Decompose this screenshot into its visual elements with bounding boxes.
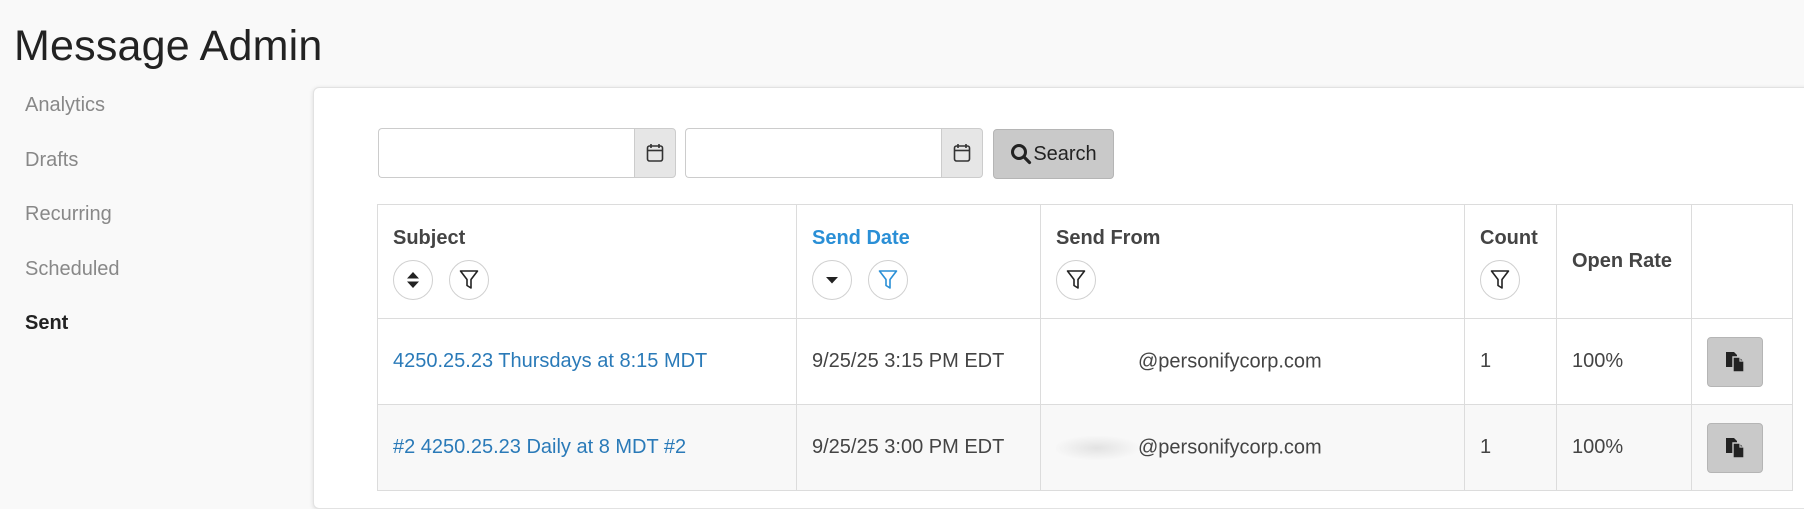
filter-icon <box>1066 270 1086 289</box>
column-label-subject: Subject <box>393 227 466 249</box>
end-date-group <box>685 128 983 180</box>
table-header-row: Subject Send Date Send From Count Open R… <box>377 204 1793 319</box>
subject-link[interactable]: #2 4250.25.23 Daily at 8 MDT #2 <box>393 436 686 458</box>
search-button[interactable]: Search <box>993 129 1114 179</box>
subject-filter-button[interactable] <box>449 260 489 300</box>
subject-cell: 4250.25.23 Thursdays at 8:15 MDT <box>377 318 797 405</box>
subject-cell: #2 4250.25.23 Daily at 8 MDT #2 <box>377 404 797 491</box>
redacted-email-username <box>1056 435 1138 460</box>
calendar-icon <box>953 144 971 162</box>
sidebar-item-sent[interactable]: Sent <box>25 306 285 361</box>
column-label-send-from: Send From <box>1056 227 1161 249</box>
send-date-cell: 9/25/25 3:15 PM EDT <box>796 318 1041 405</box>
column-header-subject: Subject <box>377 204 797 319</box>
filter-icon <box>1490 270 1510 289</box>
copy-button[interactable] <box>1707 422 1763 473</box>
start-date-input[interactable] <box>378 128 634 178</box>
copy-icon <box>1726 351 1745 373</box>
count-cell: 1 <box>1464 404 1557 491</box>
count-filter-button[interactable] <box>1480 260 1520 300</box>
start-date-group <box>378 128 676 180</box>
column-label-open-rate: Open Rate <box>1572 250 1673 272</box>
sidebar-item-analytics[interactable]: Analytics <box>25 88 285 143</box>
send-date-cell: 9/25/25 3:00 PM EDT <box>796 404 1041 491</box>
page-title: Message Admin <box>14 22 323 70</box>
search-button-label: Search <box>1033 142 1097 165</box>
sidebar-nav: Analytics Drafts Recurring Scheduled Sen… <box>25 88 285 361</box>
actions-cell <box>1691 318 1793 405</box>
copy-icon <box>1726 437 1745 459</box>
column-header-open-rate: Open Rate <box>1556 204 1692 319</box>
sort-down-icon <box>826 277 838 284</box>
start-date-calendar-button[interactable] <box>634 128 676 178</box>
send-from-filter-button[interactable] <box>1056 260 1096 300</box>
filter-icon <box>878 270 898 289</box>
subject-link[interactable]: 4250.25.23 Thursdays at 8:15 MDT <box>393 350 707 372</box>
copy-button[interactable] <box>1707 336 1763 387</box>
send-from-domain: @personifycorp.com <box>1138 349 1322 372</box>
search-icon <box>1011 144 1032 165</box>
end-date-input[interactable] <box>685 128 941 178</box>
sort-icon <box>407 272 419 288</box>
column-header-count: Count <box>1464 204 1557 319</box>
column-header-send-from: Send From <box>1040 204 1465 319</box>
sidebar-item-drafts[interactable]: Drafts <box>25 143 285 198</box>
table-row: 4250.25.23 Thursdays at 8:15 MDT 9/25/25… <box>377 318 1793 405</box>
actions-cell <box>1691 404 1793 491</box>
sidebar-item-recurring[interactable]: Recurring <box>25 197 285 252</box>
sidebar-item-scheduled[interactable]: Scheduled <box>25 252 285 307</box>
send-date-sort-button[interactable] <box>812 260 852 300</box>
table-row: #2 4250.25.23 Daily at 8 MDT #2 9/25/25 … <box>377 404 1793 491</box>
open-rate-cell: 100% <box>1556 404 1692 491</box>
subject-sort-button[interactable] <box>393 260 433 300</box>
messages-table: Subject Send Date Send From Count Open R… <box>377 204 1793 491</box>
send-from-cell: @personifycorp.com <box>1040 318 1465 405</box>
redacted-email-username <box>1056 350 1138 374</box>
send-date-filter-button[interactable] <box>868 260 908 300</box>
end-date-calendar-button[interactable] <box>941 128 983 178</box>
filter-icon <box>459 270 479 289</box>
count-cell: 1 <box>1464 318 1557 405</box>
column-label-count: Count <box>1480 227 1538 249</box>
send-from-cell: @personifycorp.com <box>1040 404 1465 491</box>
calendar-icon <box>646 144 664 162</box>
column-header-actions <box>1691 204 1793 319</box>
column-label-send-date: Send Date <box>812 227 910 249</box>
open-rate-cell: 100% <box>1556 318 1692 405</box>
send-from-domain: @personifycorp.com <box>1138 435 1322 458</box>
column-header-send-date: Send Date <box>796 204 1041 319</box>
main-content-card: Search Subject Send Date Send From Count… <box>313 87 1804 509</box>
